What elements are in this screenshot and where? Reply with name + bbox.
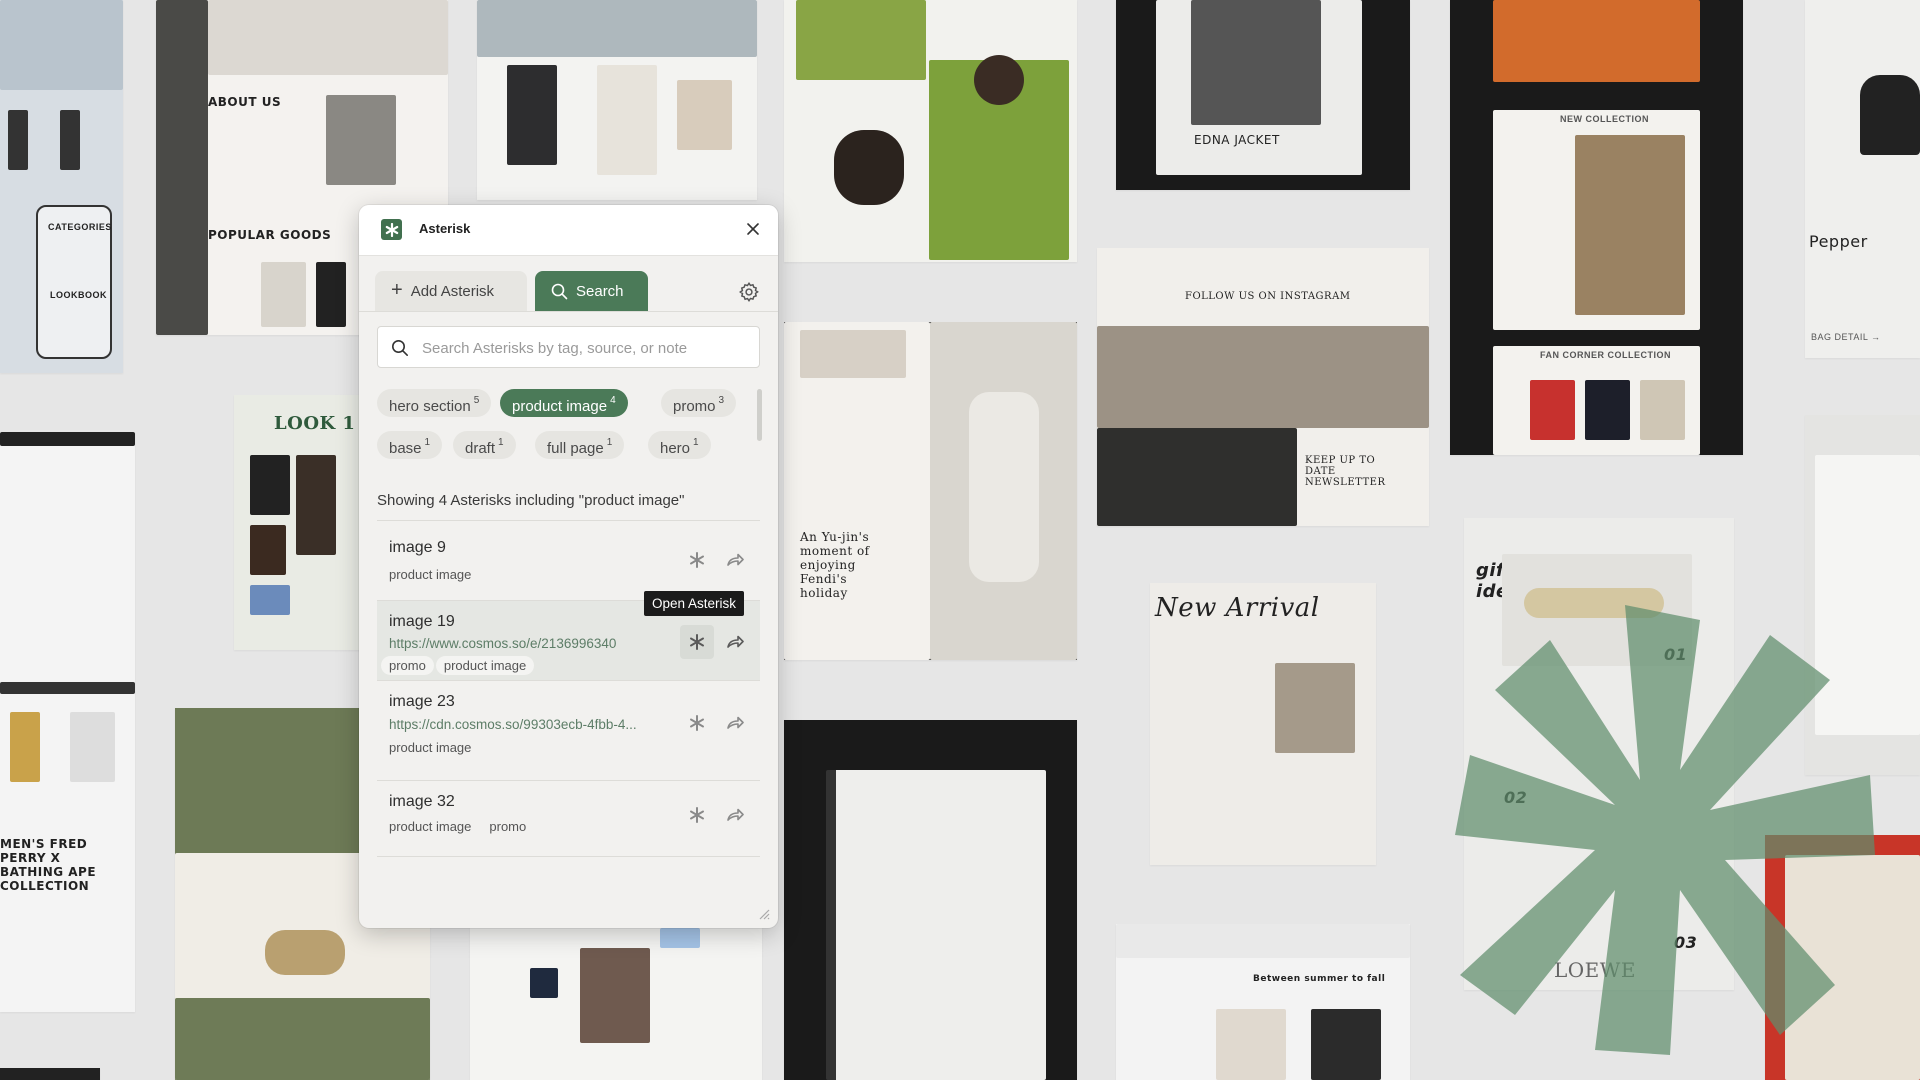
tab-search-label: Search [576,282,624,300]
collage-card: FOLLOW US ON INSTAGRAM KEEP UP TO DATE N… [1097,248,1429,526]
collage-card: Pepper BAG DETAIL → [1805,0,1920,358]
search-icon [392,340,409,357]
close-icon [747,223,759,235]
open-asterisk-tooltip: Open Asterisk [644,591,745,616]
result-tags: product image [381,738,479,757]
share-arrow-icon [727,635,744,648]
result-item[interactable]: image 32 product image promo [377,781,760,857]
bag-detail-label: BAG DETAIL → [1811,332,1881,342]
panel-titlebar[interactable]: Asterisk [359,205,778,256]
result-source-url[interactable]: https://cdn.cosmos.so/99303ecb-4fbb-4... [389,717,679,732]
result-tag[interactable]: promo [481,817,534,836]
look-label: LOOK 1 [274,413,356,434]
tag-base[interactable]: base 1 [377,431,443,459]
collage-card [477,0,757,200]
result-title: image 32 [389,793,455,810]
asterisk-icon [690,715,704,731]
popular-heading: POPULAR GOODS [208,228,332,242]
edna-label: EDNA JACKET [1194,133,1280,147]
open-asterisk-button[interactable] [680,543,714,577]
new-arrival-label: New Arrival [1155,593,1320,623]
tab-add-asterisk[interactable]: + Add Asterisk [375,271,527,311]
share-button[interactable] [718,706,752,740]
asterisk-icon [690,634,704,650]
tag-full-page[interactable]: full page 1 [535,431,625,459]
app-title: Asterisk [419,221,471,236]
tags-scrollbar[interactable] [757,389,762,441]
tag-hero[interactable]: hero 1 [648,431,711,459]
tab-search[interactable]: Search [535,271,648,311]
tabs-divider [359,311,778,312]
new-collection-label: NEW COLLECTION [1560,114,1649,124]
lookbook-label: LOOKBOOK [50,290,107,300]
tag-hero-section[interactable]: hero section 5 [377,389,492,417]
asterisk-icon [690,807,704,823]
share-button[interactable] [718,625,752,659]
search-input[interactable] [420,327,754,369]
instagram-label: FOLLOW US ON INSTAGRAM [1185,291,1351,302]
result-tag[interactable]: product image [381,738,479,757]
pepper-label: Pepper [1809,232,1868,251]
wishlist-heading: Between summer to fall [1253,974,1386,984]
collage-card: Between summer to fall [1116,924,1410,1080]
search-icon [551,283,568,299]
asterisk-graphic-icon [1455,605,1875,1055]
bape-label: MEN'S FRED PERRY X BATHING APE COLLECTIO… [0,837,97,893]
result-tag[interactable]: product image [381,565,479,584]
search-field[interactable] [377,326,760,369]
panel-tabs: + Add Asterisk Search [375,271,762,311]
share-button[interactable] [718,798,752,832]
open-asterisk-button[interactable] [680,706,714,740]
tab-add-label: Add Asterisk [410,282,495,300]
result-title: image 23 [389,693,455,710]
result-tags: product image promo [381,817,534,836]
result-source-url[interactable]: https://www.cosmos.so/e/2136996340 [389,636,679,651]
collage-card: MEN'S FRED PERRY X BATHING APE COLLECTIO… [0,432,135,1012]
result-tags: promo product image [381,656,535,675]
close-button[interactable] [742,218,764,240]
asterisk-icon [690,552,704,568]
share-button[interactable] [718,543,752,577]
result-tag[interactable]: product image [435,656,535,675]
asterisk-panel: Asterisk + Add Asterisk Search hero sect… [359,205,778,928]
results-summary: Showing 4 Asterisks including "product i… [377,492,685,509]
share-arrow-icon [727,553,744,566]
prada-caption: An Yu-jin's moment of enjoying Fendi's h… [800,530,870,600]
asterisk-logo-icon [381,219,402,240]
result-item[interactable]: image 23 https://cdn.cosmos.so/99303ecb-… [377,681,760,781]
collage-card [784,0,1077,262]
collage-card: LOOK 1 [234,395,364,650]
gear-icon[interactable] [738,281,760,303]
collage-card: New Arrival [1150,583,1376,865]
open-asterisk-button[interactable] [680,798,714,832]
result-tag[interactable]: product image [381,817,479,836]
plus-icon: + [391,279,403,301]
tag-promo[interactable]: promo 3 [661,389,737,417]
collage-card [0,1068,100,1080]
newsletter-label: KEEP UP TO DATE NEWSLETTER [1305,455,1386,488]
collage-card: EDNA JACKET [1116,0,1410,190]
collage-card: An Yu-jin's moment of enjoying Fendi's h… [784,322,1077,660]
collage-card [470,928,762,1080]
collage-card: CATEGORIES LOOKBOOK [0,0,123,373]
resize-handle-icon[interactable] [758,908,770,920]
collage-card [784,720,1077,1080]
share-arrow-icon [727,716,744,729]
open-asterisk-button[interactable] [680,625,714,659]
result-tag[interactable]: promo [381,656,434,675]
about-heading: ABOUT US [208,95,282,109]
fan-corner-label: FAN CORNER COLLECTION [1540,350,1671,360]
tag-product-image[interactable]: product image 4 [500,389,628,417]
share-arrow-icon [727,808,744,821]
result-tags: product image [381,565,479,584]
result-item[interactable]: image 9 product image [377,521,760,601]
result-title: image 9 [389,539,446,556]
result-title: image 19 [389,613,455,630]
tag-draft[interactable]: draft 1 [453,431,516,459]
collage-card: NEW COLLECTION FAN CORNER COLLECTION [1450,0,1743,455]
categories-label: CATEGORIES [48,222,112,232]
